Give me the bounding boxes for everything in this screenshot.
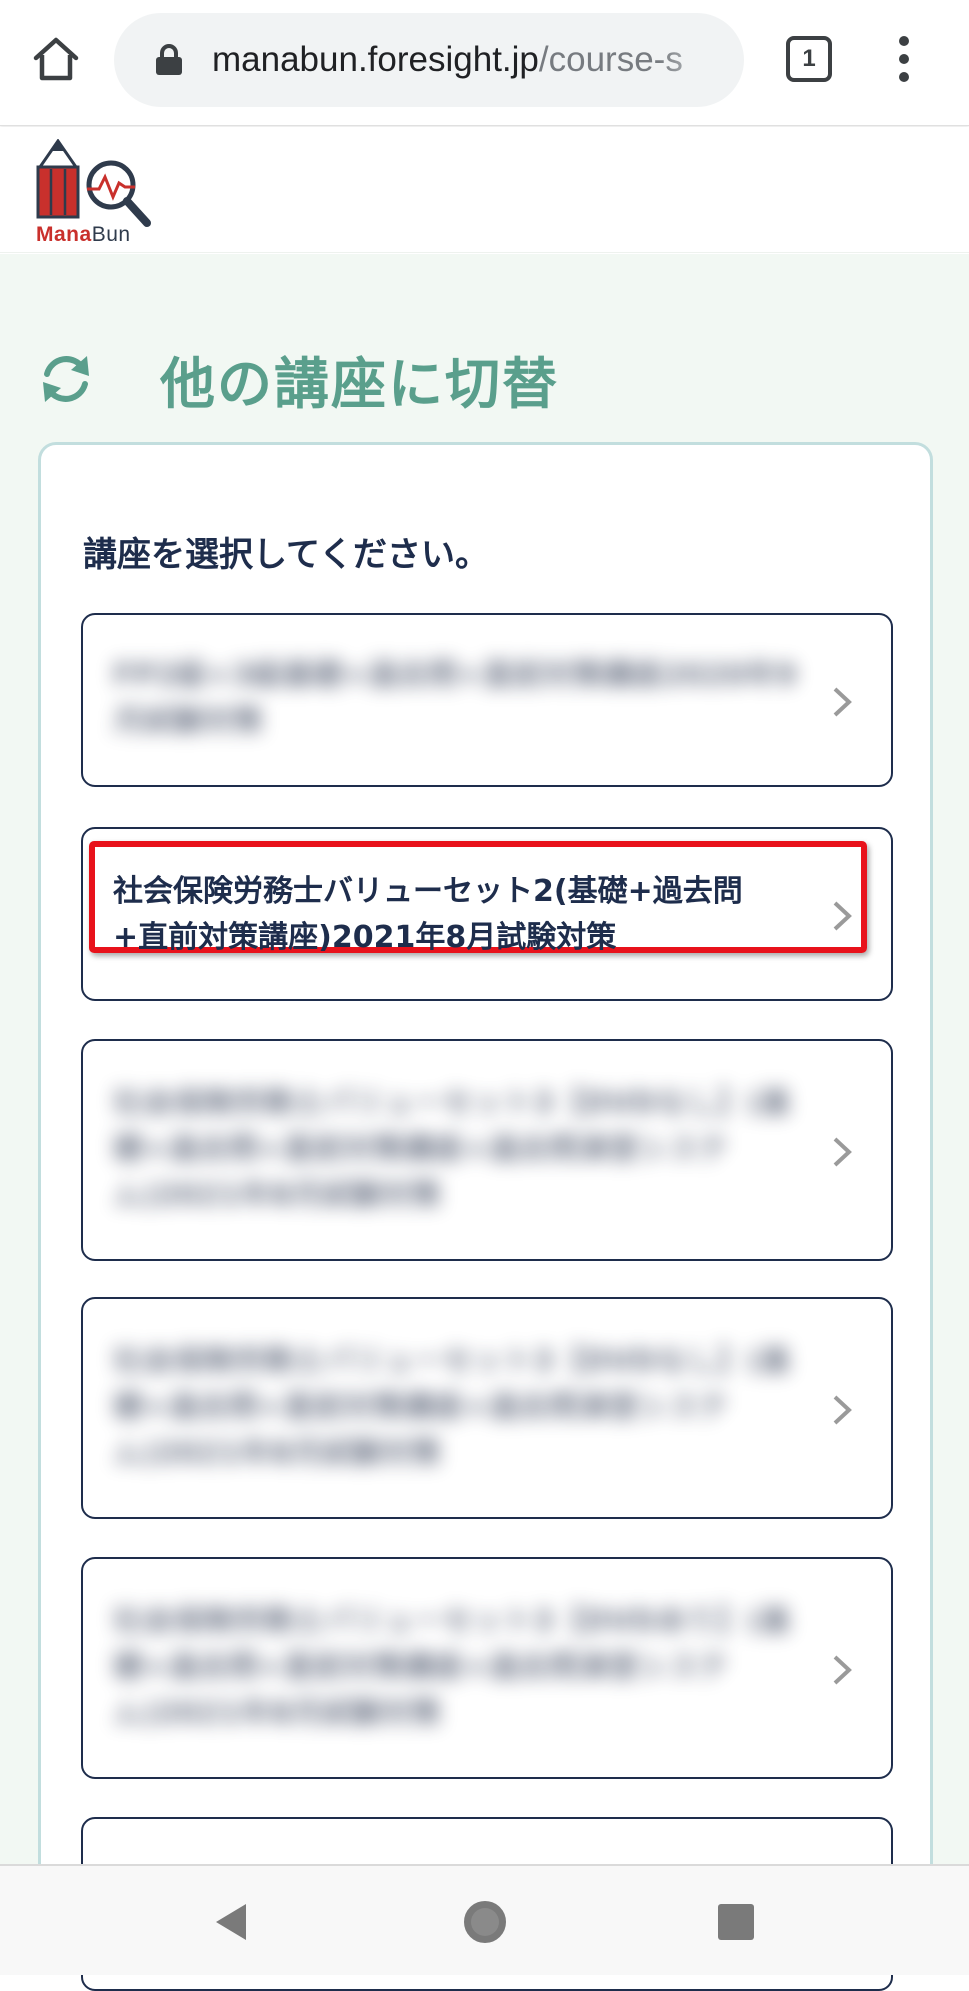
manabun-logo[interactable]: ManaBun [33, 137, 155, 249]
logo-wordmark: ManaBun [36, 223, 131, 246]
select-prompt: 講座を選択してください。 [83, 535, 489, 575]
tab-switcher-button[interactable]: 1 [786, 36, 832, 82]
recents-square-icon[interactable] [710, 1896, 762, 1948]
course-item-highlighted[interactable]: 社会保険労務士バリューセット2(基礎+過去問+直前対策講座)2021年8月試験対… [81, 827, 893, 1001]
more-vert-icon [899, 36, 909, 46]
refresh-icon [43, 356, 89, 402]
pencil-icon [36, 139, 80, 219]
course-label: 社会保険労務士バリューセット3【DVDなし】(基礎+過去問+直前対策講座+過去問… [113, 1344, 791, 1471]
page-content: 他の講座に切替 講座を選択してください。 FP2級+3級基礎+過去問+直前対策講… [0, 254, 969, 1991]
back-triangle-icon[interactable] [206, 1896, 258, 1948]
url-text: manabun.foresight.jp/course-s [212, 13, 732, 107]
course-item[interactable]: 社会保険労務士バリューセット3【DVDあり】(基礎+過去問+直前対策講座+過去問… [81, 1557, 893, 1779]
chevron-right-icon [833, 1655, 852, 1685]
course-item[interactable]: 社会保険労務士バリューセット3【DVDなし】(基礎+過去問+直前対策講座+過去問… [81, 1039, 893, 1261]
chevron-right-icon [833, 1137, 852, 1167]
address-bar[interactable]: manabun.foresight.jp/course-s [114, 13, 744, 107]
url-path: /course-s [538, 40, 683, 79]
browser-toolbar: manabun.foresight.jp/course-s 1 [0, 0, 969, 126]
more-options-button[interactable] [886, 36, 922, 82]
course-select-card: 講座を選択してください。 FP2級+3級基礎+過去問+直前対策講座2020年9月… [38, 442, 933, 1991]
url-host: manabun.foresight.jp [212, 40, 539, 79]
chevron-right-icon [833, 1395, 852, 1425]
tab-count: 1 [802, 45, 816, 72]
site-header: ManaBun [0, 127, 969, 253]
system-nav-bar [0, 1864, 969, 1975]
chevron-right-icon [833, 687, 852, 717]
course-label: 社会保険労務士バリューセット3【DVDなし】(基礎+過去問+直前対策講座+過去問… [113, 1086, 791, 1213]
course-label: 社会保険労務士バリューセット2(基礎+過去問+直前対策講座)2021年8月試験対… [113, 874, 743, 955]
page-title: 他の講座に切替 [160, 352, 560, 416]
home-button[interactable] [26, 29, 86, 89]
chevron-right-icon [833, 901, 852, 931]
course-item[interactable]: 社会保険労務士バリューセット3【DVDなし】(基礎+過去問+直前対策講座+過去問… [81, 1297, 893, 1519]
course-label: 社会保険労務士バリューセット3【DVDあり】(基礎+過去問+直前対策講座+過去問… [113, 1604, 791, 1731]
course-item[interactable]: FP2級+3級基礎+過去問+直前対策講座2020年9月試験対策 [81, 613, 893, 787]
home-circle-icon[interactable] [459, 1896, 511, 1948]
lock-icon [156, 44, 182, 75]
course-label: FP2級+3級基礎+過去問+直前対策講座2020年9月試験対策 [113, 658, 798, 739]
home-icon [33, 37, 79, 81]
